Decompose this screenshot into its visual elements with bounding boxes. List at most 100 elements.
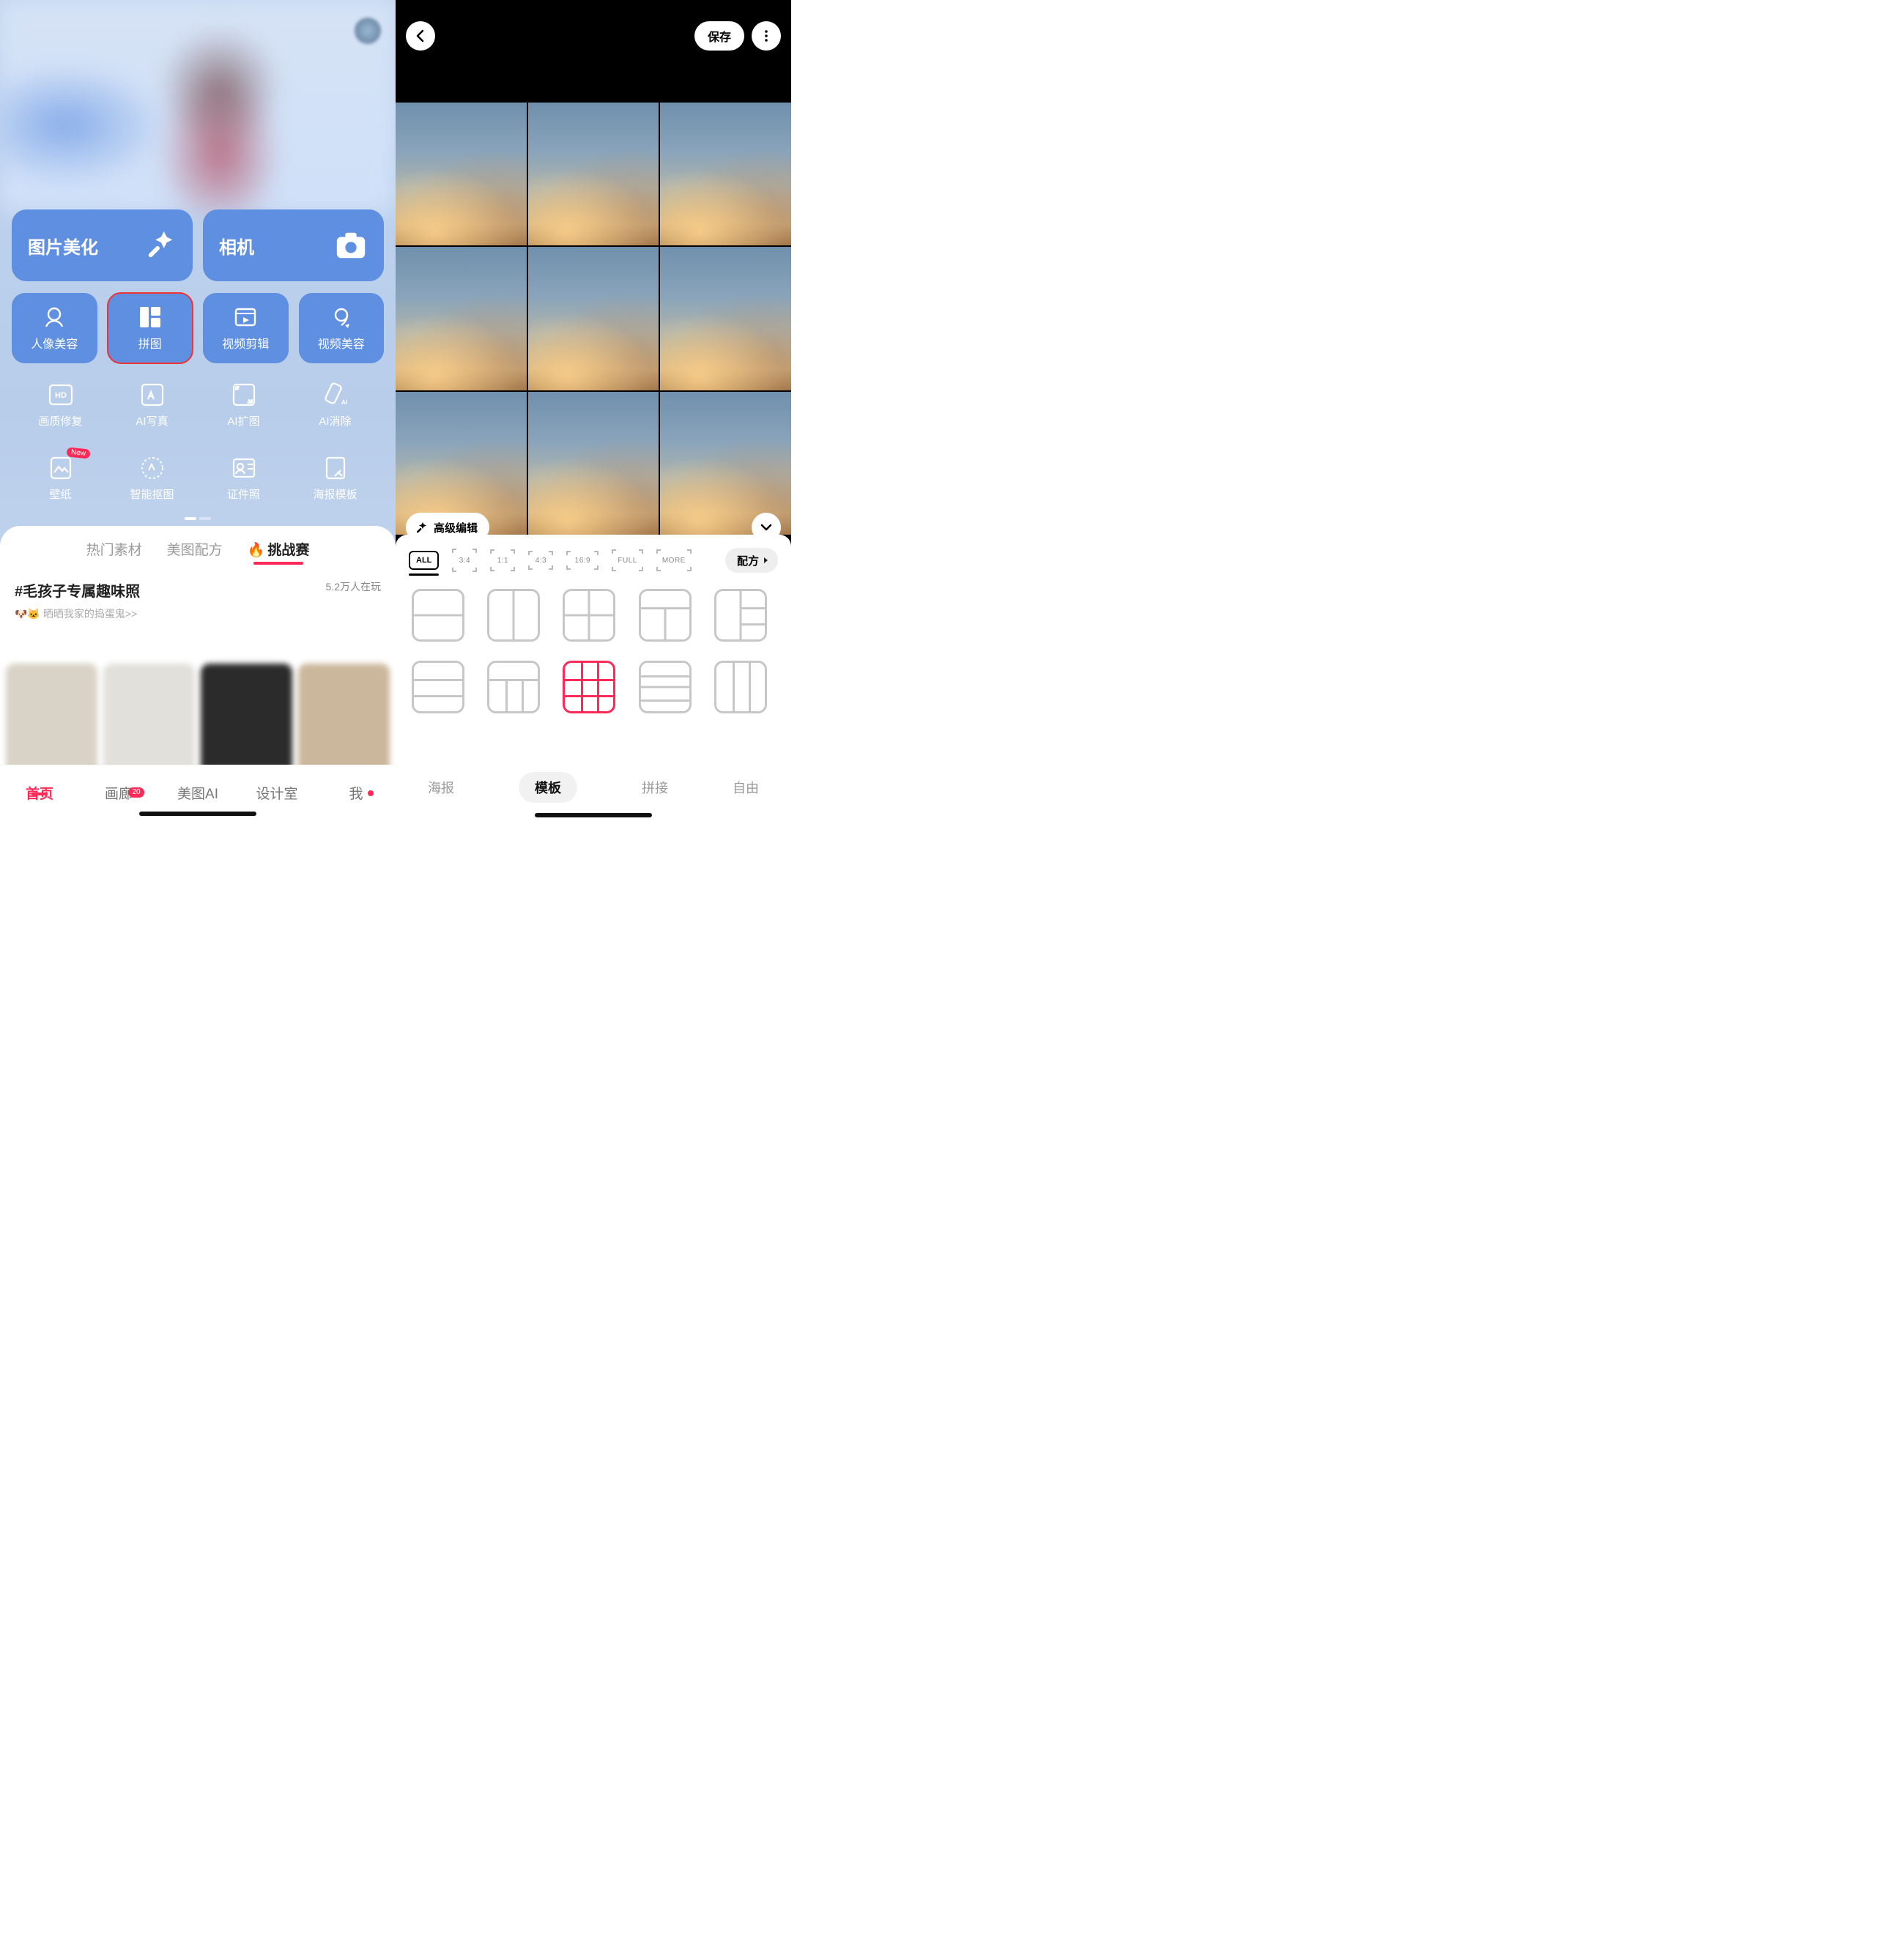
nav-me-label: 我 bbox=[349, 787, 363, 802]
template-3x3-selected[interactable] bbox=[563, 661, 615, 713]
mini-label: 画质修复 bbox=[38, 413, 82, 428]
template-left-3right[interactable] bbox=[714, 589, 767, 642]
more-button[interactable] bbox=[752, 21, 781, 51]
video-beauty-button[interactable]: 视频美容 bbox=[299, 293, 385, 363]
face-icon bbox=[42, 305, 67, 330]
tool-label: 视频美容 bbox=[318, 334, 365, 352]
template-3v[interactable] bbox=[714, 661, 767, 713]
nav-gallery-badge: 20 bbox=[128, 787, 144, 798]
ratio-row: ALL 3:4 1:1 4:3 16:9 FULL MORE 配方 bbox=[406, 548, 781, 579]
mini-label: 海报模板 bbox=[313, 486, 357, 502]
tab-hot[interactable]: 热门素材 bbox=[86, 539, 142, 559]
mini-label: AI写真 bbox=[136, 413, 168, 428]
ai-expand-icon: AI bbox=[230, 381, 258, 409]
template-panel: ALL 3:4 1:1 4:3 16:9 FULL MORE 配方 bbox=[396, 535, 791, 820]
profile-avatar[interactable] bbox=[355, 18, 381, 44]
home-hero-blur bbox=[0, 0, 396, 212]
ai-erase-button[interactable]: AI AI消除 bbox=[289, 381, 381, 428]
page-dots bbox=[185, 517, 211, 520]
home-screen: 图片美化 相机 人像美容 拼图 视频剪辑 视频美容 bbox=[0, 0, 396, 820]
template-2h[interactable] bbox=[412, 589, 464, 642]
camera-label: 相机 bbox=[219, 233, 254, 259]
topic-subtitle: 晒晒我家的捣蛋鬼>> bbox=[43, 608, 137, 620]
home-indicator bbox=[139, 812, 256, 816]
template-3h[interactable] bbox=[412, 661, 464, 713]
content-sheet: 热门素材 美图配方 🔥挑战赛 #毛孩子专属趣味照 5.2万人在玩 🐶🐱晒晒我家的… bbox=[0, 526, 396, 820]
back-button[interactable] bbox=[406, 21, 435, 51]
mini-label: 智能抠图 bbox=[130, 486, 174, 502]
recipe-button[interactable]: 配方 bbox=[725, 548, 778, 573]
fire-icon: 🔥 bbox=[248, 543, 265, 558]
mini-label: AI扩图 bbox=[227, 413, 259, 428]
chevron-left-icon bbox=[414, 29, 427, 42]
ratio-3-4[interactable]: 3:4 bbox=[452, 549, 477, 572]
video-beauty-icon bbox=[329, 305, 354, 330]
ratio-full[interactable]: FULL bbox=[612, 549, 642, 571]
template-top-3bottom[interactable] bbox=[487, 661, 540, 713]
ratio-1-1[interactable]: 1:1 bbox=[490, 549, 515, 571]
nav-ai[interactable]: 美图AI bbox=[158, 783, 237, 803]
svg-text:HD: HD bbox=[55, 391, 67, 400]
collage-icon bbox=[138, 305, 163, 330]
more-vertical-icon bbox=[760, 29, 773, 42]
collage-cell[interactable] bbox=[660, 247, 791, 390]
collage-cell[interactable] bbox=[660, 103, 791, 245]
mode-template[interactable]: 模板 bbox=[519, 772, 577, 803]
collage-canvas[interactable] bbox=[396, 103, 791, 535]
beautify-label: 图片美化 bbox=[28, 233, 98, 259]
tool-label: 人像美容 bbox=[31, 334, 78, 352]
ai-portrait-icon bbox=[138, 381, 166, 409]
template-4h[interactable] bbox=[639, 661, 692, 713]
mode-poster[interactable]: 海报 bbox=[428, 778, 454, 797]
cutout-icon bbox=[138, 454, 166, 482]
ai-portrait-button[interactable]: AI写真 bbox=[106, 381, 198, 428]
topic-count: 5.2万人在玩 bbox=[326, 579, 381, 594]
video-edit-button[interactable]: 视频剪辑 bbox=[203, 293, 289, 363]
ai-expand-button[interactable]: AI AI扩图 bbox=[198, 381, 289, 428]
template-grid bbox=[406, 589, 781, 713]
collage-cell[interactable] bbox=[528, 247, 659, 390]
mini-label: 壁纸 bbox=[49, 486, 71, 502]
tab-recipe[interactable]: 美图配方 bbox=[167, 539, 223, 559]
ratio-16-9[interactable]: 16:9 bbox=[566, 551, 598, 570]
template-top-2bottom[interactable] bbox=[639, 589, 692, 642]
hd-icon: HD bbox=[47, 381, 75, 409]
nav-me[interactable]: 我 bbox=[316, 783, 396, 803]
collage-cell[interactable] bbox=[396, 247, 527, 390]
portrait-beauty-button[interactable]: 人像美容 bbox=[12, 293, 97, 363]
wallpaper-icon: New bbox=[47, 454, 75, 482]
template-2x2[interactable] bbox=[563, 589, 615, 642]
ratio-4-3[interactable]: 4:3 bbox=[528, 551, 553, 570]
collage-cell[interactable] bbox=[528, 392, 659, 535]
ratio-more[interactable]: MORE bbox=[656, 549, 692, 571]
save-label: 保存 bbox=[708, 27, 731, 45]
hd-restore-button[interactable]: HD 画质修复 bbox=[15, 381, 106, 428]
ratio-all[interactable]: ALL bbox=[409, 551, 439, 570]
nav-me-dot bbox=[368, 790, 374, 796]
video-edit-icon bbox=[233, 305, 258, 330]
tab-challenge-label: 挑战赛 bbox=[267, 543, 309, 558]
collage-button[interactable]: 拼图 bbox=[108, 293, 193, 363]
collage-cell[interactable] bbox=[396, 103, 527, 245]
poster-icon bbox=[322, 454, 349, 482]
advanced-label: 高级编辑 bbox=[434, 520, 478, 535]
mode-stitch[interactable]: 拼接 bbox=[642, 778, 668, 797]
svg-text:AI: AI bbox=[341, 399, 347, 406]
wallpaper-button[interactable]: New 壁纸 bbox=[15, 454, 106, 502]
poster-template-button[interactable]: 海报模板 bbox=[289, 454, 381, 502]
nav-home[interactable]: 首页 bbox=[0, 783, 79, 803]
beautify-button[interactable]: 图片美化 bbox=[12, 209, 193, 281]
topic-title: #毛孩子专属趣味照 bbox=[15, 584, 140, 600]
cutout-button[interactable]: 智能抠图 bbox=[106, 454, 198, 502]
save-button[interactable]: 保存 bbox=[694, 21, 744, 51]
collage-cell[interactable] bbox=[528, 103, 659, 245]
mode-free[interactable]: 自由 bbox=[733, 778, 759, 797]
nav-gallery[interactable]: 画廊 20 bbox=[79, 783, 158, 803]
challenge-topic[interactable]: #毛孩子专属趣味照 5.2万人在玩 🐶🐱晒晒我家的捣蛋鬼>> bbox=[0, 559, 396, 621]
template-2v[interactable] bbox=[487, 589, 540, 642]
svg-text:AI: AI bbox=[247, 398, 253, 405]
nav-studio[interactable]: 设计室 bbox=[237, 783, 316, 803]
tab-challenge[interactable]: 🔥挑战赛 bbox=[248, 539, 310, 559]
id-photo-button[interactable]: 证件照 bbox=[198, 454, 289, 502]
camera-button[interactable]: 相机 bbox=[203, 209, 384, 281]
